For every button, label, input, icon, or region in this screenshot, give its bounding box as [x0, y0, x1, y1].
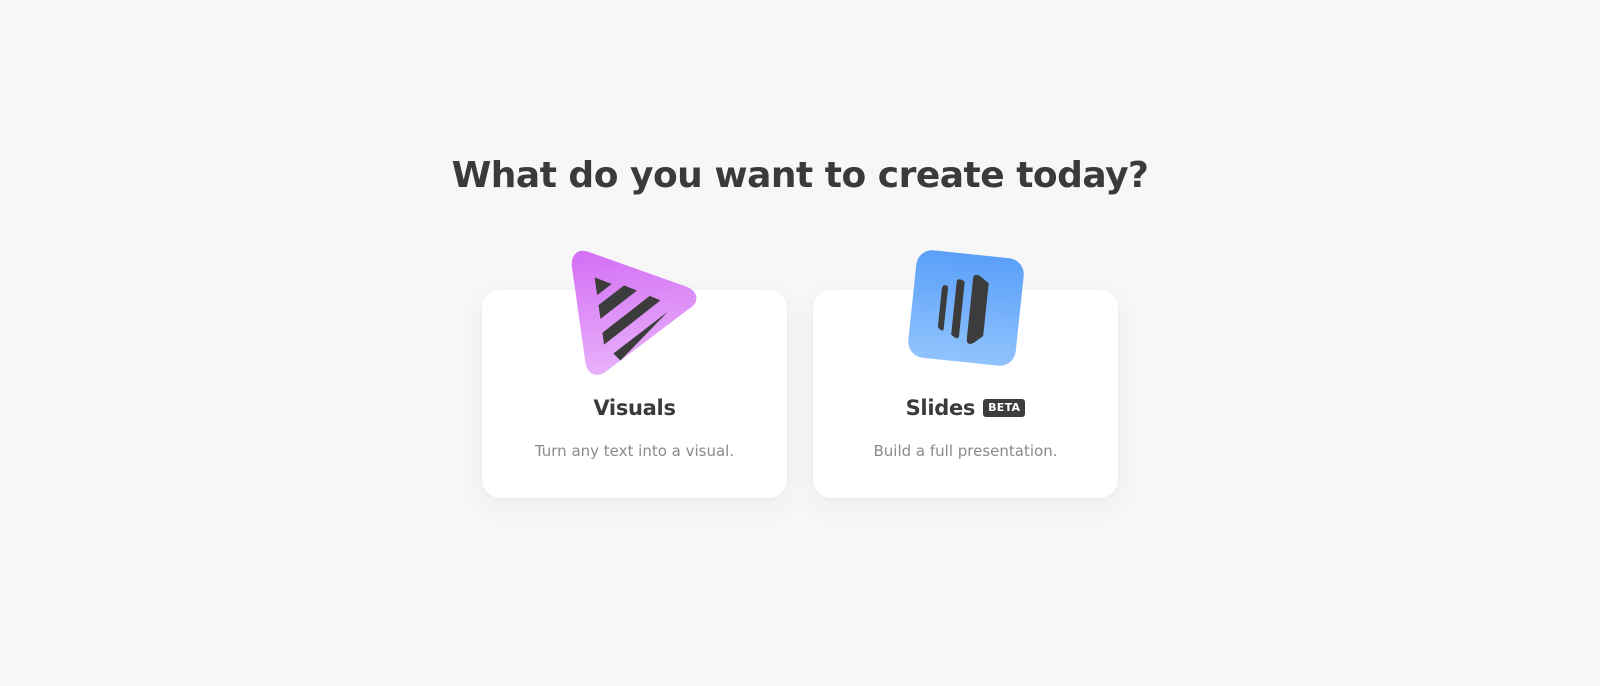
slides-option-card[interactable]: Slides BETA Build a full presentation. [813, 250, 1118, 498]
slides-description: Build a full presentation. [873, 442, 1058, 460]
slides-icon [896, 240, 1036, 385]
visuals-play-icon [565, 240, 705, 385]
page-title: What do you want to create today? [451, 155, 1149, 196]
slides-title: Slides [905, 396, 976, 420]
beta-badge: BETA [983, 399, 1026, 417]
visuals-option-card[interactable]: Visuals Turn any text into a visual. [482, 250, 787, 498]
visuals-description: Turn any text into a visual. [534, 442, 735, 460]
visuals-title: Visuals [593, 396, 676, 420]
